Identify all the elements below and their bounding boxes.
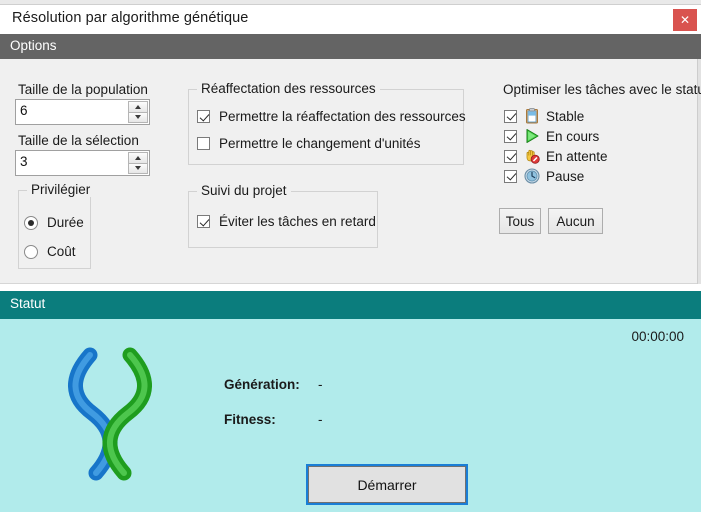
chevron-down-icon xyxy=(135,166,141,171)
checkbox-permettre-reaffectation[interactable]: Permettre la réaffectation des ressource… xyxy=(197,109,466,124)
checkbox-statut-en-cours-box xyxy=(504,129,517,143)
chevron-up-icon xyxy=(135,155,141,160)
radio-duree-indicator xyxy=(24,215,38,230)
population-size-value: 6 xyxy=(20,103,28,118)
reaffectation-group: Réaffectation des ressources xyxy=(188,81,464,165)
checkbox-statut-en-cours-label: En cours xyxy=(546,128,600,144)
checkbox-changement-unites-box xyxy=(197,137,210,150)
checkbox-changement-unites-label: Permettre le changement d'unités xyxy=(219,136,421,151)
checkbox-changement-unites[interactable]: Permettre le changement d'unités xyxy=(197,136,420,151)
population-size-decrement[interactable] xyxy=(128,112,148,123)
close-icon: ✕ xyxy=(679,13,691,27)
checkbox-permettre-reaffectation-box xyxy=(197,110,210,123)
checkbox-statut-en-attente-label: En attente xyxy=(546,148,608,164)
fitness-value: - xyxy=(318,412,323,427)
statut-header-label: Statut xyxy=(10,296,46,311)
title-bar: Résolution par algorithme génétique ✕ xyxy=(0,5,701,34)
hand-stop-icon xyxy=(526,149,540,164)
checkbox-eviter-taches-retard[interactable]: Éviter les tâches en retard xyxy=(197,214,376,229)
population-size-label: Taille de la population xyxy=(18,82,148,97)
checkbox-statut-pause-label: Pause xyxy=(546,168,585,184)
selection-size-label: Taille de la sélection xyxy=(18,133,139,148)
elapsed-timer: 00:00:00 xyxy=(631,329,684,344)
statut-header-bar: Statut xyxy=(0,291,701,319)
checkbox-statut-en-cours[interactable]: En cours xyxy=(504,128,599,144)
chevron-down-icon xyxy=(135,115,141,120)
checkbox-statut-pause[interactable]: Pause xyxy=(504,168,584,184)
population-size-input[interactable]: 6 xyxy=(15,99,150,125)
clipboard-icon xyxy=(526,108,538,124)
generation-label: Génération: xyxy=(224,377,300,392)
radio-cout-label: Coût xyxy=(47,244,76,259)
select-none-button[interactable]: Aucun xyxy=(548,208,603,234)
checkbox-statut-stable-box xyxy=(504,109,517,123)
radio-cout[interactable]: Coût xyxy=(24,244,76,259)
close-button[interactable]: ✕ xyxy=(673,9,697,31)
population-size-stepper[interactable] xyxy=(128,101,148,123)
fitness-label: Fitness: xyxy=(224,412,276,427)
select-all-button[interactable]: Tous xyxy=(499,208,541,234)
checkbox-statut-stable-label: Stable xyxy=(546,108,585,124)
chevron-up-icon xyxy=(135,104,141,109)
checkbox-eviter-taches-retard-box xyxy=(197,215,210,228)
start-button[interactable]: Démarrer xyxy=(306,464,468,505)
radio-duree[interactable]: Durée xyxy=(24,215,84,230)
window-title: Résolution par algorithme génétique xyxy=(12,10,249,26)
selection-size-increment[interactable] xyxy=(128,152,148,164)
selection-size-value: 3 xyxy=(20,154,28,169)
selection-size-input[interactable]: 3 xyxy=(15,150,150,176)
checkbox-statut-pause-box xyxy=(504,169,517,183)
reaffectation-group-title: Réaffectation des ressources xyxy=(197,81,380,96)
play-icon xyxy=(526,129,539,143)
checkbox-permettre-reaffectation-label: Permettre la réaffectation des ressource… xyxy=(219,109,466,124)
radio-duree-label: Durée xyxy=(47,215,84,230)
population-size-increment[interactable] xyxy=(128,101,148,113)
privilegier-group-title: Privilégier xyxy=(27,182,95,197)
clock-icon xyxy=(524,168,540,184)
selection-size-decrement[interactable] xyxy=(128,163,148,174)
checkbox-statut-stable[interactable]: Stable xyxy=(504,108,584,124)
dna-helix-icon xyxy=(68,347,152,481)
selection-size-stepper[interactable] xyxy=(128,152,148,174)
suivi-group-title: Suivi du projet xyxy=(197,183,291,198)
genetic-algorithm-window: Résolution par algorithme génétique ✕ Op… xyxy=(0,0,701,512)
checkbox-statut-en-attente-box xyxy=(504,149,517,163)
checkbox-eviter-taches-retard-label: Éviter les tâches en retard xyxy=(219,214,376,229)
menu-bar: Options xyxy=(0,34,701,59)
menu-item-options[interactable]: Options xyxy=(10,38,57,53)
radio-cout-indicator xyxy=(24,244,38,259)
statuts-title: Optimiser les tâches avec le statut.. xyxy=(503,82,701,97)
generation-value: - xyxy=(318,377,323,392)
checkbox-statut-en-attente[interactable]: En attente xyxy=(504,148,608,164)
